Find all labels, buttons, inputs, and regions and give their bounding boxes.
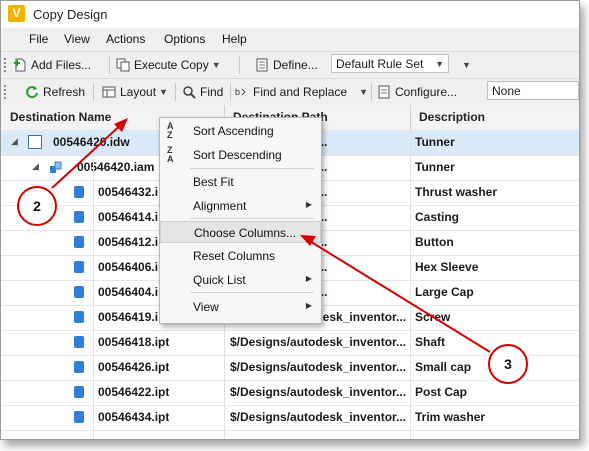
callout-2: 2: [17, 186, 57, 226]
callout-3: 3: [488, 344, 528, 384]
callout-2-arrow: [51, 121, 125, 189]
annotation-arrows: [51, 118, 491, 353]
callout-3-arrow: [307, 239, 491, 353]
